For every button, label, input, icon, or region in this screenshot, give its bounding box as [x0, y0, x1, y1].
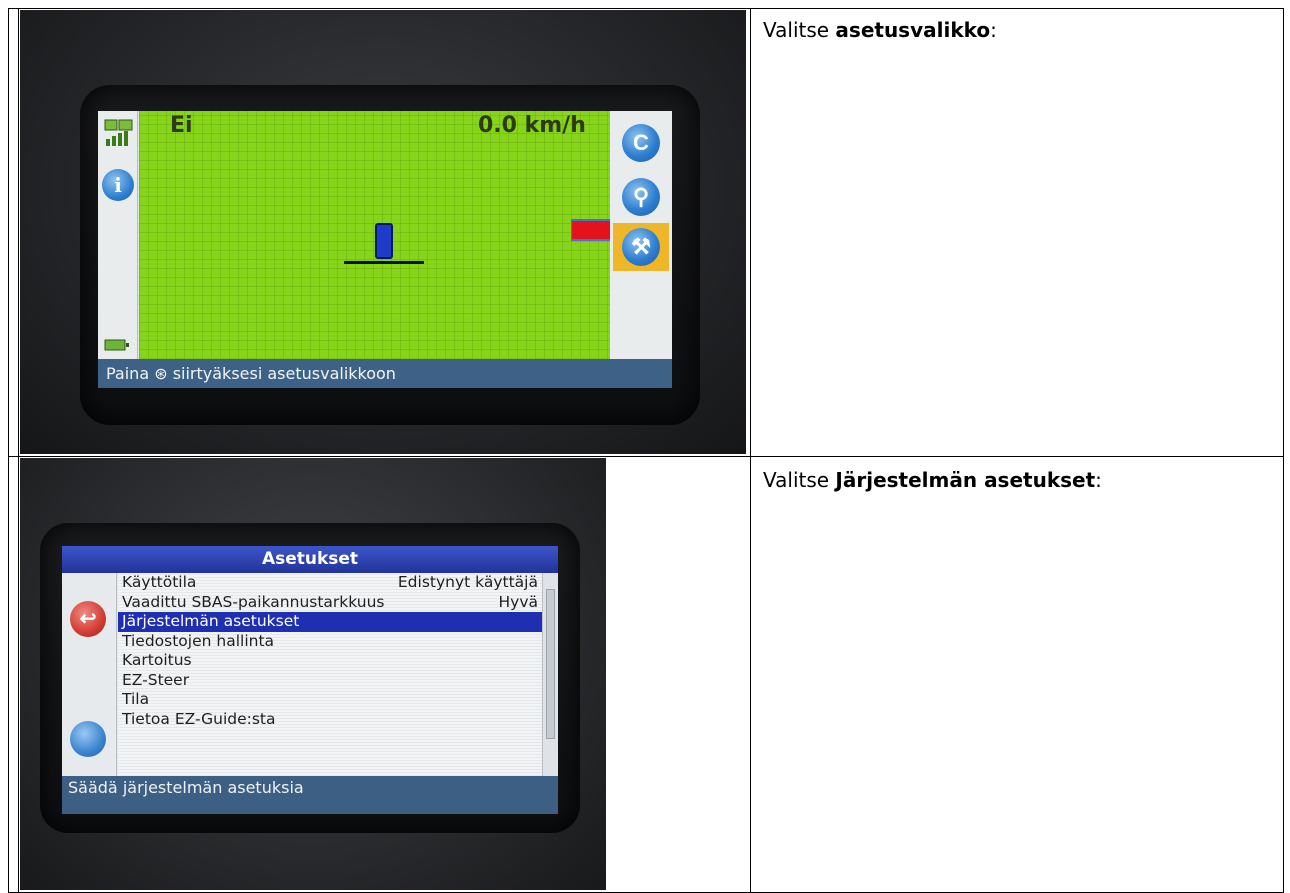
scroll-thumb[interactable]: [546, 589, 555, 739]
menu-item-label: Tietoa EZ-Guide:sta: [122, 709, 276, 728]
instruction-prefix: Valitse: [763, 18, 836, 42]
guidance-screen: i Ei 0.0 km/h C ⚲ ⚒ Paina ⊛ siirtyäksesi…: [98, 111, 672, 388]
settings-menu: Käyttötila Edistynyt käyttäjä Vaadittu S…: [118, 573, 542, 776]
instruction-keyword: asetusvalikko: [835, 18, 991, 42]
menu-item-label: Järjestelmän asetukset: [122, 612, 300, 630]
menu-item-tietoa[interactable]: Tietoa EZ-Guide:sta: [118, 710, 542, 730]
menu-item-label: EZ-Steer: [122, 670, 190, 689]
menu-item-sbas[interactable]: Vaadittu SBAS-paikannustarkkuus Hyvä: [118, 593, 542, 613]
menu-item-value: Hyvä: [498, 592, 539, 611]
menu-item-label: Tiedostojen hallinta: [122, 631, 275, 650]
instruction-suffix: :: [1095, 468, 1102, 492]
back-icon[interactable]: ↩: [70, 601, 106, 637]
refresh-button[interactable]: C: [613, 119, 669, 167]
left-button-panel: ↩: [62, 573, 117, 776]
guidance-status: Ei: [170, 113, 193, 138]
photo-settings-screen: Asetukset ↩ Käyttötila Edistynyt käyttäj…: [20, 458, 606, 890]
table-divider-middle: [750, 8, 751, 893]
menu-item-tiedostojen-hallinta[interactable]: Tiedostojen hallinta: [118, 632, 542, 652]
photo-main-screen: i Ei 0.0 km/h C ⚲ ⚒ Paina ⊛ siirtyäksesi…: [20, 10, 746, 454]
implement-boom: [344, 261, 424, 264]
menu-scrollbar[interactable]: [542, 573, 558, 776]
wrench-icon: ⚒: [622, 228, 660, 266]
system-icon[interactable]: [70, 721, 106, 757]
table-divider-left: [18, 8, 19, 893]
menu-item-kartoitus[interactable]: Kartoitus: [118, 651, 542, 671]
refresh-icon: C: [622, 124, 660, 162]
battery-icon: [104, 339, 129, 351]
field-view: [139, 111, 643, 359]
zoom-button[interactable]: ⚲: [613, 173, 669, 221]
menu-item-label: Käyttötila: [122, 573, 197, 591]
menu-item-tila[interactable]: Tila: [118, 690, 542, 710]
instruction-keyword: Järjestelmän asetukset: [835, 468, 1096, 492]
menu-item-label: Kartoitus: [122, 651, 192, 669]
status-bar: Paina ⊛ siirtyäksesi asetusvalikkoon: [98, 359, 672, 388]
gps-signal-icon: [104, 119, 133, 146]
info-icon[interactable]: i: [102, 169, 134, 201]
menu-item-kayttotila[interactable]: Käyttötila Edistynyt käyttäjä: [118, 573, 542, 593]
vehicle-icon: [375, 223, 393, 259]
table-divider-row: [8, 456, 1284, 457]
magnifier-icon: ⚲: [622, 178, 660, 216]
instruction-prefix: Valitse: [763, 468, 836, 492]
menu-item-jarjestelman-asetukset[interactable]: Järjestelmän asetukset: [118, 612, 542, 632]
speed-readout: 0.0 km/h: [478, 113, 586, 138]
instruction-suffix: :: [990, 18, 997, 42]
menu-item-label: Tila: [122, 690, 150, 708]
instruction-row-1: Valitse asetusvalikko:: [763, 18, 997, 42]
left-status-panel: i: [98, 111, 138, 359]
status-bar: Säädä järjestelmän asetuksia: [62, 776, 558, 814]
menu-item-label: Vaadittu SBAS-paikannustarkkuus: [122, 592, 385, 611]
settings-title: Asetukset: [62, 546, 558, 573]
settings-screen: Asetukset ↩ Käyttötila Edistynyt käyttäj…: [62, 546, 558, 814]
menu-item-ez-steer[interactable]: EZ-Steer: [118, 671, 542, 691]
settings-menu-button[interactable]: ⚒: [613, 223, 669, 271]
menu-item-value: Edistynyt käyttäjä: [397, 573, 538, 591]
instruction-row-2: Valitse Järjestelmän asetukset:: [763, 468, 1102, 492]
